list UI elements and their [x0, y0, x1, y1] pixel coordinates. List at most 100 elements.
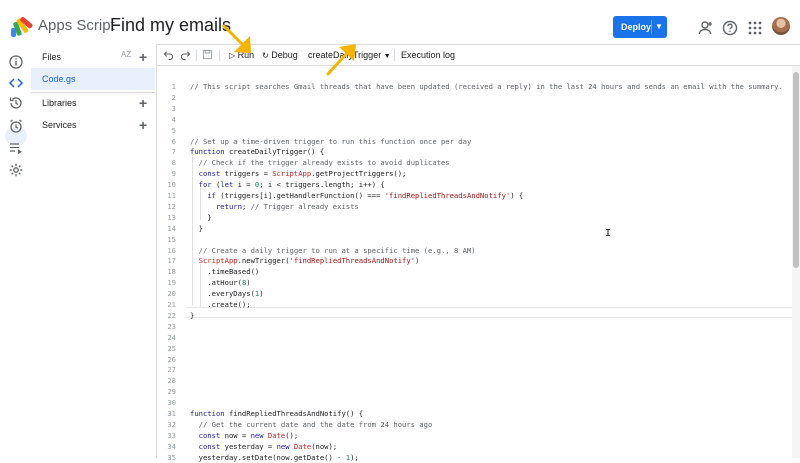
code-line[interactable]: 29 — [156, 386, 796, 397]
services-label[interactable]: Services — [42, 120, 77, 130]
avatar[interactable] — [772, 17, 790, 35]
line-number: 27 — [167, 365, 176, 375]
code-editor-icon[interactable] — [8, 75, 24, 91]
chevron-down-icon: ▼ — [383, 53, 391, 60]
execution-log-button[interactable]: Execution log — [401, 50, 455, 60]
code-line[interactable]: 24 — [156, 332, 796, 343]
line-number: 25 — [167, 343, 176, 353]
help-icon[interactable] — [721, 19, 739, 37]
triggers-alarm-icon[interactable] — [8, 118, 24, 134]
line-number: 1 — [171, 82, 176, 91]
annotation-arrow-run — [222, 24, 251, 53]
execution-log-label: Execution log — [401, 50, 456, 60]
code-text: } — [190, 310, 195, 320]
save-icon[interactable] — [202, 49, 213, 60]
text-cursor-icon: I — [605, 228, 612, 239]
code-line[interactable]: 35 yesterday.setDate(now.getDate() - 1); — [156, 452, 796, 463]
annotation-arrow-function-select — [326, 44, 356, 76]
code-line[interactable]: 5 — [156, 125, 796, 136]
file-item-code-gs[interactable]: Code.gs — [31, 68, 155, 90]
code-line[interactable]: 26 — [156, 354, 796, 365]
line-number: 17 — [167, 256, 176, 266]
code-line[interactable]: 33 const now = new Date(); — [156, 430, 796, 441]
code-line[interactable]: 20 .everyDays(1) — [156, 288, 796, 299]
code-text: for (let i = 0; i < triggers.length; i++… — [198, 180, 385, 190]
sort-az-icon[interactable]: AZ — [121, 50, 131, 59]
code-line[interactable]: 3 — [156, 103, 796, 114]
line-number: 9 — [171, 169, 176, 179]
code-line[interactable]: 22} — [156, 310, 796, 321]
code-line[interactable]: 30 — [156, 397, 796, 408]
code-text: } — [190, 223, 203, 233]
code-line[interactable]: 4 — [156, 114, 796, 125]
code-text: yesterday.setDate(now.getDate() - 1); — [190, 452, 359, 462]
code-line[interactable]: 19 .atHour(8) — [156, 277, 796, 288]
code-line[interactable]: 12 return; // Trigger already exists — [156, 201, 796, 212]
executions-list-icon[interactable] — [8, 140, 24, 156]
code-line[interactable]: 13 } — [156, 212, 796, 223]
code-line[interactable]: 6 // Set up a time-driven trigger to run … — [156, 136, 796, 147]
redo-icon[interactable] — [180, 49, 191, 60]
code-line[interactable]: 34 const yesterday = new Date(now); — [156, 441, 796, 452]
undo-icon[interactable] — [163, 49, 174, 60]
history-icon[interactable] — [8, 95, 24, 111]
code-text: ScriptApp.newTrigger('findRepliedThreads… — [198, 256, 420, 266]
apps-grid-icon[interactable] — [746, 19, 764, 37]
code-line[interactable]: 21 .create(); — [156, 299, 796, 310]
info-icon[interactable] — [8, 54, 24, 70]
code-line[interactable]: 15 — [156, 234, 796, 245]
editor-scrollbar-thumb[interactable] — [793, 72, 799, 268]
code-text: // Check if the trigger already exists t… — [198, 158, 450, 168]
line-number: 23 — [167, 321, 176, 331]
code-line[interactable]: 18 .timeBased() — [156, 266, 796, 277]
code-line[interactable]: 25 — [156, 343, 796, 354]
debug-button[interactable]: ↻ Debug — [262, 50, 298, 60]
code-text: function findRepliedThreadsAndNotify() { — [190, 409, 364, 418]
add-person-icon[interactable] — [696, 19, 714, 37]
code-text: // Create a daily trigger to run at a sp… — [198, 245, 476, 255]
code-text: if (triggers[i].getHandlerFunction() ===… — [207, 191, 524, 200]
line-number: 31 — [167, 409, 176, 418]
files-panel: Files AZ + Code.gs Libraries + Services … — [31, 44, 157, 458]
line-number: 33 — [167, 430, 176, 440]
line-number: 19 — [167, 278, 176, 288]
code-line[interactable]: 32 // Get the current date and the date … — [156, 419, 796, 430]
line-number: 34 — [167, 441, 176, 451]
code-line[interactable]: 14 } — [156, 223, 796, 234]
line-number: 14 — [167, 223, 176, 233]
apps-script-logo-icon — [11, 17, 33, 37]
code-text: // Set up a time-driven trigger to run t… — [190, 136, 472, 146]
chevron-down-icon[interactable]: ▼ — [655, 16, 663, 38]
code-line[interactable]: 27 — [156, 364, 796, 375]
code-line[interactable]: 7 function createDailyTrigger() { — [156, 146, 796, 157]
add-file-plus-icon[interactable]: + — [139, 50, 147, 64]
line-number: 6 — [171, 136, 176, 146]
code-text: .everyDays(1) — [190, 289, 264, 299]
code-text: return; // Trigger already exists — [215, 201, 359, 211]
line-number: 20 — [167, 289, 176, 299]
add-library-plus-icon[interactable]: + — [139, 96, 147, 110]
code-line[interactable]: 31 function findRepliedThreadsAndNotify()… — [156, 408, 796, 419]
line-number: 16 — [167, 245, 176, 255]
app-name[interactable]: Apps Script — [38, 17, 115, 34]
code-line[interactable]: 23 — [156, 321, 796, 332]
line-number: 7 — [171, 147, 176, 157]
code-line[interactable]: 2 — [156, 92, 796, 103]
code-line[interactable]: 10 for (let i = 0; i < triggers.length; … — [156, 179, 796, 190]
add-service-plus-icon[interactable]: + — [139, 118, 147, 132]
settings-gear-icon[interactable] — [8, 162, 24, 178]
code-editor[interactable]: 1 // This script searches Gmail threads t… — [156, 66, 800, 462]
libraries-label[interactable]: Libraries — [42, 98, 77, 108]
project-title[interactable]: Find my emails — [110, 15, 231, 36]
code-line[interactable]: 17 ScriptApp.newTrigger('findRepliedThre… — [156, 255, 796, 266]
code-line[interactable]: 8 // Check if the trigger already exists… — [156, 157, 796, 168]
deploy-button[interactable]: Deploy ▼ — [613, 16, 667, 38]
code-text: // Get the current date and the date fro… — [198, 419, 433, 429]
code-line[interactable]: 11 if (triggers[i].getHandlerFunction() … — [156, 190, 796, 201]
code-line[interactable]: 9 const triggers = ScriptApp.getProjectT… — [156, 168, 796, 179]
line-number: 32 — [167, 419, 176, 429]
code-line[interactable]: 1 // This script searches Gmail threads t… — [156, 81, 796, 92]
code-line[interactable]: 16 // Create a daily trigger to run at a… — [156, 245, 796, 256]
code-text: .timeBased() — [190, 267, 260, 277]
code-line[interactable]: 28 — [156, 375, 796, 386]
